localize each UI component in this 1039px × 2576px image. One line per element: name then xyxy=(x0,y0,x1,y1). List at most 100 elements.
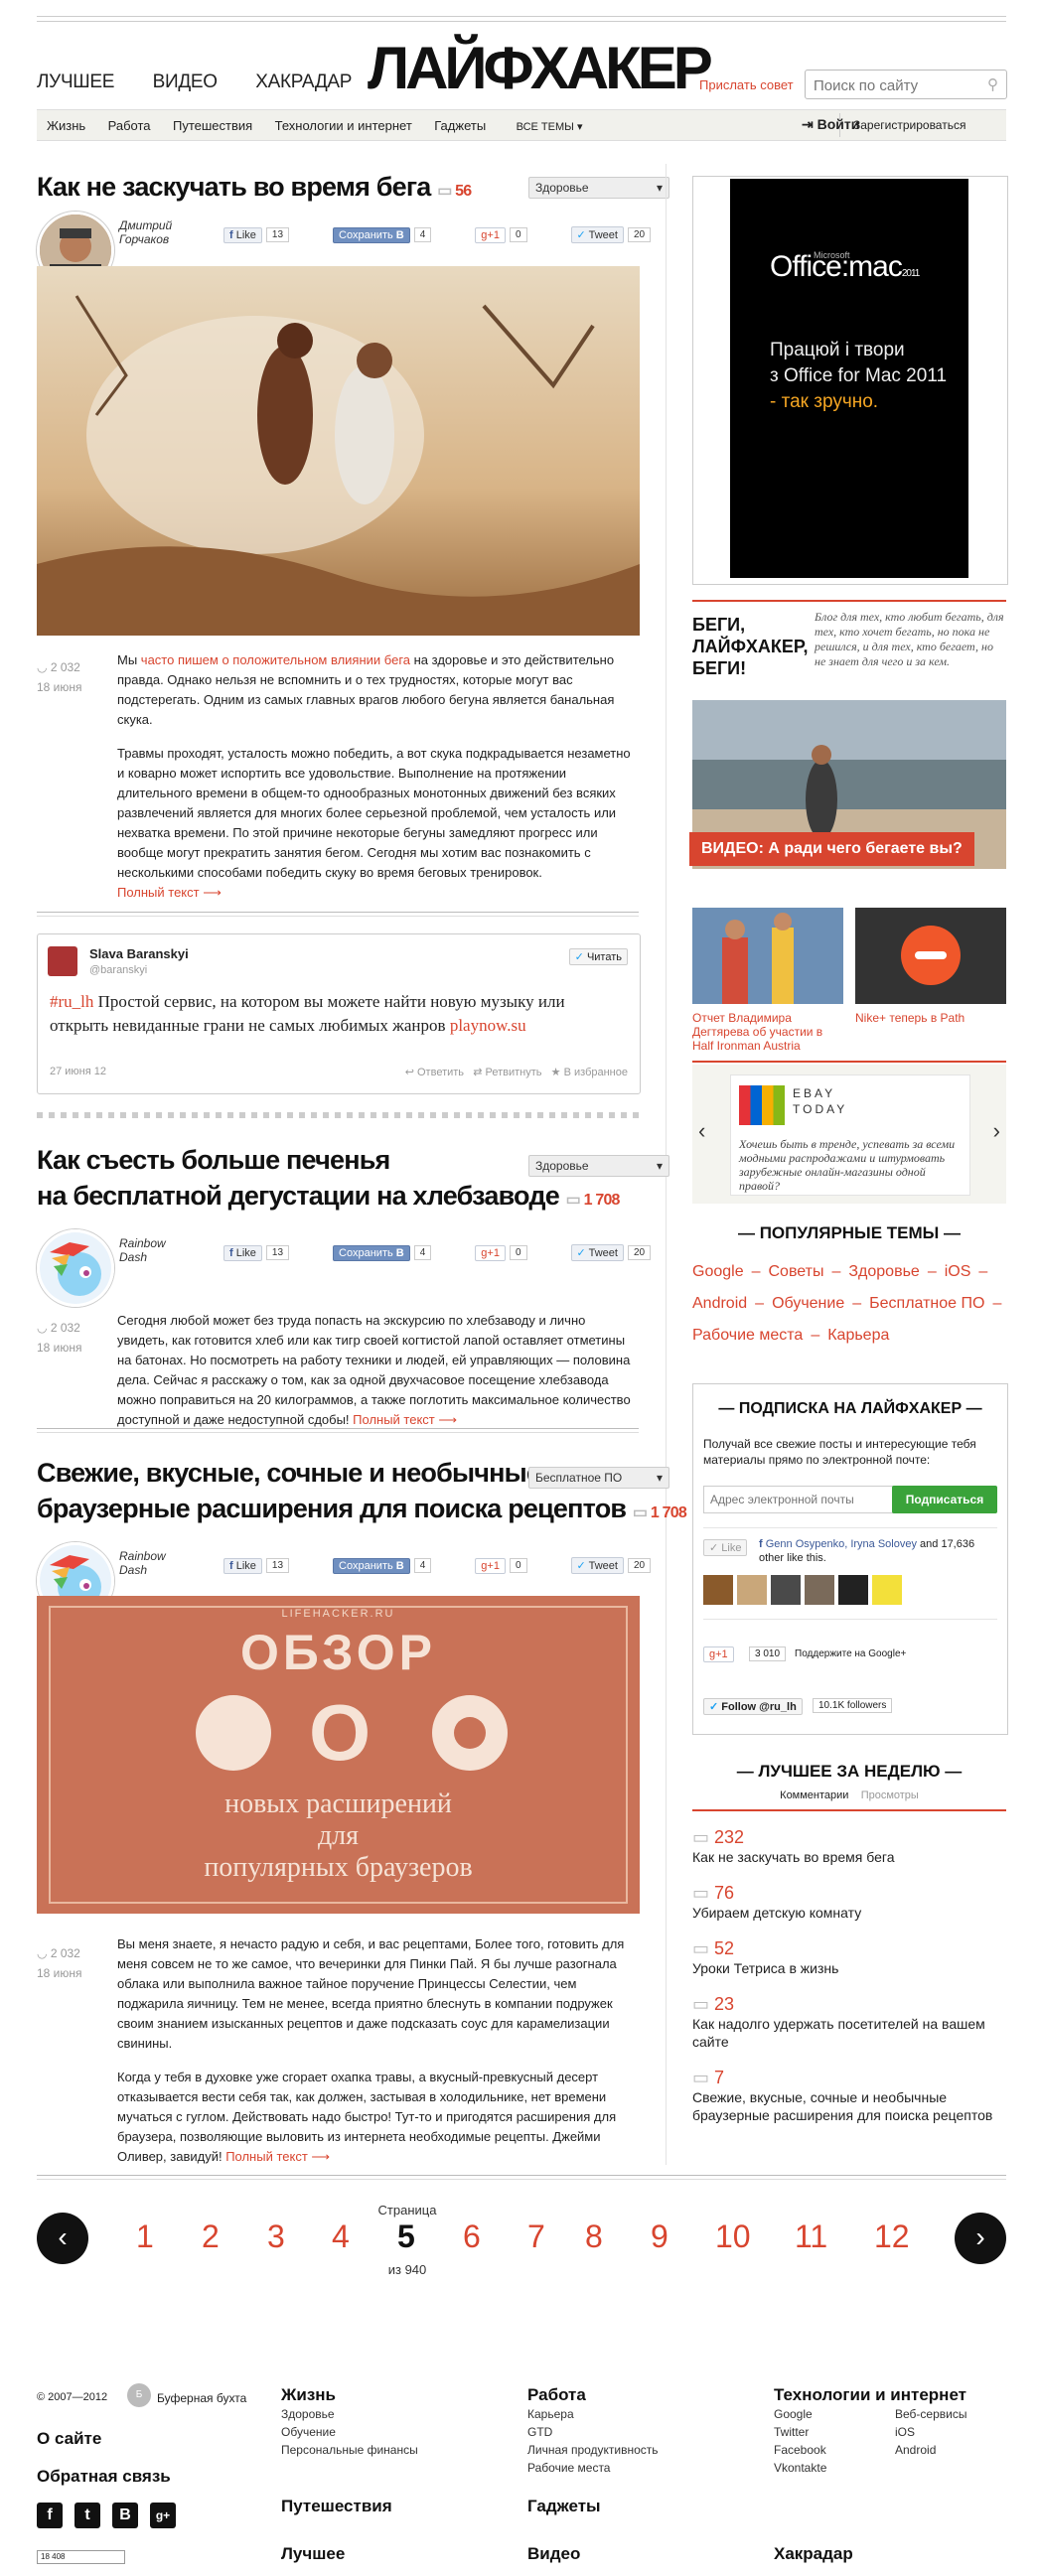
footer-link[interactable]: Личная продуктивность xyxy=(527,2441,659,2459)
reply-action[interactable]: ↩ Ответить xyxy=(405,1067,464,1078)
footer-link[interactable]: GTD xyxy=(527,2423,659,2441)
page-link[interactable]: 12 xyxy=(874,2218,910,2255)
fb-like-button[interactable]: f Like xyxy=(223,226,262,243)
topic-link[interactable]: Обучение xyxy=(772,1295,844,1312)
prev-arrow-icon[interactable]: ‹ xyxy=(698,1118,705,1144)
buffer-link[interactable]: Буферная бухта xyxy=(157,2391,246,2405)
post-title[interactable]: Как не заскучать во время бега ▭ 56 xyxy=(37,169,472,210)
footer-about-link[interactable]: О сайте xyxy=(37,2429,101,2449)
footer-link[interactable]: iOS xyxy=(895,2423,966,2441)
page-link[interactable]: 8 xyxy=(585,2218,603,2255)
footer-link[interactable]: Facebook xyxy=(774,2441,895,2459)
tab-views[interactable]: Просмотры xyxy=(861,1789,919,1801)
thumb-nike[interactable] xyxy=(855,908,1006,1004)
footer-link[interactable]: Twitter xyxy=(774,2423,895,2441)
footer-travel-link[interactable]: Путешествия xyxy=(281,2497,392,2516)
tweet-link[interactable]: playnow.su xyxy=(450,1016,526,1035)
avatar[interactable] xyxy=(37,1229,114,1307)
vk-save-button[interactable]: Сохранить В xyxy=(333,226,410,243)
thumb-nike-caption[interactable]: Nike+ теперь в Path xyxy=(855,1011,1006,1025)
page-link[interactable]: 2 xyxy=(202,2218,220,2255)
week-title-link[interactable]: Уроки Тетриса в жизнь xyxy=(692,1959,1006,1977)
email-field[interactable] xyxy=(703,1486,894,1513)
nav-best[interactable]: ЛУЧШЕЕ xyxy=(37,72,114,92)
fb-like-button[interactable]: f Like xyxy=(223,1557,262,1574)
cat-travel[interactable]: Путешествия xyxy=(173,118,252,133)
gplus-button[interactable]: g+1 xyxy=(475,226,506,243)
page-link[interactable]: 7 xyxy=(527,2218,545,2255)
search-icon[interactable]: ⚲ xyxy=(987,75,998,93)
fb-face-avatar[interactable] xyxy=(805,1575,834,1605)
read-more-link[interactable]: Полный текст ⟶ xyxy=(225,2149,330,2164)
list-item[interactable]: ▭ 7 Свежие, вкусные, сочные и необычные б… xyxy=(692,2068,1006,2124)
footer-link[interactable]: Карьера xyxy=(527,2405,659,2423)
buffer-logo-icon[interactable]: Б xyxy=(127,2383,151,2407)
footer-link[interactable]: Рабочие места xyxy=(527,2459,659,2477)
next-arrow-icon[interactable]: › xyxy=(993,1118,1000,1144)
footer-link[interactable]: Веб-сервисы xyxy=(895,2405,966,2423)
tweet-follow-button[interactable]: ✓ Читать xyxy=(568,948,628,965)
next-page-button[interactable]: › xyxy=(955,2213,1006,2264)
thumb-ironman-caption[interactable]: Отчет Владимира Дегтярева об участии в H… xyxy=(692,1011,843,1053)
cat-life[interactable]: Жизнь xyxy=(47,118,85,133)
vk-save-button[interactable]: Сохранить В xyxy=(333,1244,410,1261)
post-title-line[interactable]: на бесплатной дегустации на хлебзаводе xyxy=(37,1181,560,1211)
run-blog-title[interactable]: БЕГИ, ЛАЙФХАКЕР, БЕГИ! xyxy=(692,614,808,679)
fb-face-avatar[interactable] xyxy=(838,1575,868,1605)
nav-video[interactable]: ВИДЕО xyxy=(153,72,218,92)
twitter-follow-button[interactable]: ✓ Follow @ru_lh xyxy=(703,1698,803,1715)
vk-icon[interactable]: B xyxy=(112,2503,138,2528)
page-link[interactable]: 4 xyxy=(332,2218,350,2255)
ad-banner[interactable]: Microsoft Office:mac2011 Працюй і твори … xyxy=(692,176,1008,585)
video-caption[interactable]: ВИДЕО: А ради чего бегаете вы? xyxy=(689,832,974,866)
fb-like-button[interactable]: ✓ Like xyxy=(703,1539,748,1556)
search-input[interactable] xyxy=(812,72,974,98)
week-title-link[interactable]: Свежие, вкусные, сочные и необычные брау… xyxy=(692,2088,1006,2124)
page-link[interactable]: 11 xyxy=(795,2218,827,2255)
cat-work[interactable]: Работа xyxy=(108,118,151,133)
fb-face-avatar[interactable] xyxy=(872,1575,902,1605)
post-title-line[interactable]: браузерные расширения для поиска рецепто… xyxy=(37,1494,627,1523)
cat-gadgets[interactable]: Гаджеты xyxy=(434,118,486,133)
site-logo[interactable]: ЛАЙФХАКЕР xyxy=(368,34,713,102)
vk-save-button[interactable]: Сохранить В xyxy=(333,1557,410,1574)
thumb-ironman[interactable] xyxy=(692,908,843,1004)
page-link[interactable]: 1 xyxy=(136,2218,154,2255)
footer-link[interactable]: Android xyxy=(895,2441,966,2459)
tweet-button[interactable]: ✓ Tweet xyxy=(570,1557,624,1574)
counter-badge[interactable]: 18 408 xyxy=(37,2550,125,2564)
comment-count[interactable]: ▭ 56 xyxy=(437,183,472,200)
topic-link[interactable]: Google xyxy=(692,1263,744,1280)
tag-select[interactable]: Здоровье ▾ xyxy=(528,177,669,199)
page-link[interactable]: 10 xyxy=(715,2218,751,2255)
tweet-handle[interactable]: @baranskyi xyxy=(89,964,147,976)
footer-video-link[interactable]: Видео xyxy=(527,2544,580,2564)
tweet-button[interactable]: ✓ Tweet xyxy=(570,1244,624,1261)
fb-face-avatar[interactable] xyxy=(737,1575,767,1605)
all-topics-dropdown[interactable]: ВСЕ ТЕМЫ ▾ xyxy=(517,121,583,133)
gplus-button[interactable]: g+1 xyxy=(703,1646,734,1662)
facebook-icon[interactable]: f xyxy=(37,2503,63,2528)
fb-like-button[interactable]: f Like xyxy=(223,1244,262,1261)
tweet-button[interactable]: ✓ Tweet xyxy=(570,226,624,243)
topic-link[interactable]: Советы xyxy=(769,1263,824,1280)
tag-select[interactable]: Бесплатное ПО ▾ xyxy=(528,1467,669,1489)
inline-link[interactable]: часто пишем о положительном влиянии бега xyxy=(141,652,410,667)
post-banner[interactable]: LIFEHACKER.RU ОБЗОР O новых расширений д… xyxy=(37,1596,640,1914)
list-item[interactable]: ▭ 232 Как не заскучать во время бега xyxy=(692,1827,1006,1883)
week-title-link[interactable]: Как не заскучать во время бега xyxy=(692,1848,1006,1866)
tweet-author[interactable]: Slava Baranskyi xyxy=(89,946,189,961)
footer-link[interactable]: Google xyxy=(774,2405,895,2423)
footer-col-title[interactable]: Жизнь xyxy=(281,2385,418,2405)
footer-link[interactable]: Vkontakte xyxy=(774,2459,895,2477)
fb-face-avatar[interactable] xyxy=(771,1575,801,1605)
tag-select[interactable]: Здоровье ▾ xyxy=(528,1155,669,1177)
search-box[interactable]: ⚲ xyxy=(805,70,1007,99)
topic-link[interactable]: Карьера xyxy=(827,1327,889,1344)
comment-count[interactable]: ▭ 1 708 xyxy=(633,1504,687,1521)
tweet-date[interactable]: 27 июня 12 xyxy=(50,1066,106,1077)
send-tip-link[interactable]: Прислать совет xyxy=(699,77,794,92)
tab-comments[interactable]: Комментарии xyxy=(780,1789,848,1801)
topic-link[interactable]: Здоровье xyxy=(848,1263,919,1280)
post-title-text[interactable]: Как не заскучать во время бега xyxy=(37,172,431,202)
